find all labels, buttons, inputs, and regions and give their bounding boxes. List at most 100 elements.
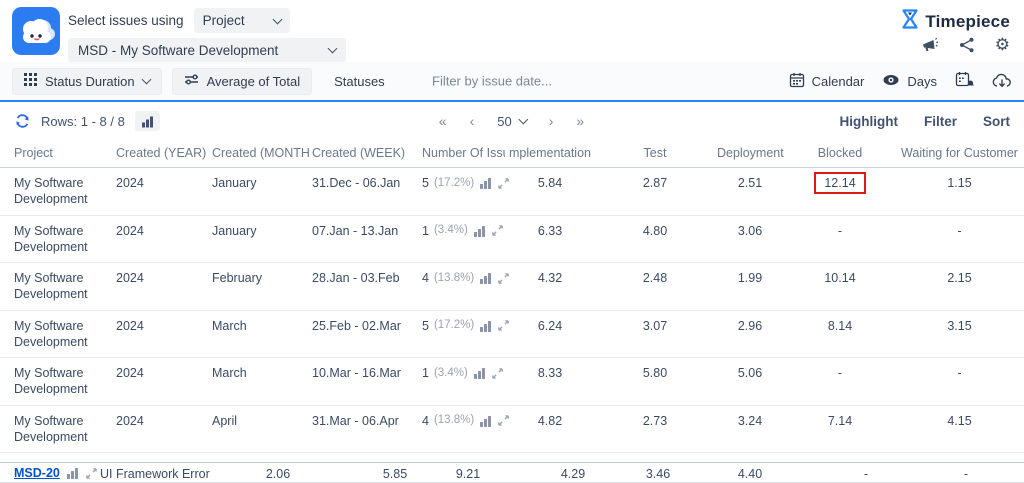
cell-blocked-wrap: 2.96 (715, 310, 785, 358)
table-body: My Software Development 2024 January 31.… (0, 168, 1024, 483)
bar-chart-icon[interactable] (473, 225, 486, 237)
cell-project: My Software Development (0, 215, 114, 263)
expand-icon[interactable] (497, 414, 510, 427)
days-toggle-button[interactable]: Days (882, 73, 937, 90)
next-page-button[interactable]: › (549, 113, 555, 129)
first-page-button[interactable]: « (439, 113, 448, 129)
expand-icon[interactable] (497, 319, 510, 332)
highlight-button[interactable]: Highlight (840, 114, 898, 129)
average-of-total-button[interactable]: Average of Total (172, 68, 312, 95)
cell-number-of-issues: 1 (3.4%) (420, 215, 505, 263)
cell-implementation: 4.32 (505, 263, 595, 311)
col-header-created-month[interactable]: Created (MONTH) (210, 140, 310, 168)
refresh-icon[interactable] (14, 113, 31, 129)
previous-page-button[interactable]: ‹ (470, 113, 476, 129)
cell-created-month: March (210, 310, 310, 358)
table-row: My Software Development 2024 January 31.… (0, 168, 1024, 216)
table-row: My Software Development 2024 March 25.Fe… (0, 310, 1024, 358)
issue-status-duration-value: 5.85 (355, 467, 435, 481)
last-page-button[interactable]: » (576, 113, 585, 129)
cell-waiting-for-customer: 3.15 (895, 310, 1024, 358)
filter-button[interactable]: Filter (924, 114, 957, 129)
col-header-implementation[interactable]: mplementation (505, 140, 595, 168)
value: 7.14 (828, 414, 852, 428)
cell-created-week: 07.Jan - 13.Jan (310, 215, 420, 263)
col-header-created-week[interactable]: Created (WEEK) (310, 140, 420, 168)
col-header-test[interactable]: Test (595, 140, 715, 168)
issue-status-duration-value: 2.06 (238, 467, 318, 481)
col-header-deployment[interactable]: Deployment (715, 140, 785, 168)
bar-chart-icon[interactable] (479, 320, 492, 332)
rows-count-label: Rows: 1 - 8 / 8 (41, 114, 125, 129)
announcement-megaphone-icon[interactable] (921, 37, 939, 53)
cell-blocked-wrap: 2.51 (715, 168, 785, 216)
calendar-label: Calendar (812, 74, 865, 89)
issue-status-duration-value: 4.40 (710, 467, 790, 481)
sort-button[interactable]: Sort (983, 114, 1010, 129)
cell-test: 2.87 (595, 168, 715, 216)
page-size-value: 50 (497, 114, 511, 129)
filter-by-issue-date-input[interactable]: Filter by issue date... (432, 74, 592, 89)
expand-icon[interactable] (85, 467, 98, 480)
issue-key-link[interactable]: MSD-20 (14, 466, 60, 480)
col-header-created-year[interactable]: Created (YEAR) (114, 140, 210, 168)
grid-icon (24, 73, 37, 89)
col-header-waiting-for-customer[interactable]: Waiting for Customer (895, 140, 1024, 168)
cell-created-year: 2024 (114, 263, 210, 311)
cell-blocked: - (785, 215, 895, 263)
expand-icon[interactable] (497, 177, 510, 190)
cell-blocked-wrap: 5.06 (715, 358, 785, 406)
cell-created-year: 2024 (114, 405, 210, 453)
calendar-view-button[interactable]: Calendar (789, 72, 865, 91)
value: 2.51 (738, 176, 762, 190)
cell-created-year: 2024 (114, 358, 210, 406)
bar-chart-icon[interactable] (473, 367, 486, 379)
col-header-number-of-issues[interactable]: Number Of Issues (420, 140, 505, 168)
col-header-blocked[interactable]: Blocked (785, 140, 895, 168)
share-icon[interactable] (959, 37, 975, 53)
value: 3.06 (738, 224, 762, 238)
statuses-label: Statuses (334, 74, 385, 89)
expand-icon[interactable] (491, 367, 504, 380)
status-duration-button[interactable]: Status Duration (12, 68, 162, 95)
settings-gear-icon[interactable]: ⚙ (995, 36, 1010, 53)
bar-chart-icon[interactable] (479, 177, 492, 189)
cell-implementation: 5.84 (505, 168, 595, 216)
expand-icon[interactable] (491, 224, 504, 237)
expanded-issue-row: MSD-20 UI Framework Error 2.065.859.214.… (0, 462, 1024, 483)
app-header: Select issues using Project MSD - My Sof… (0, 0, 1024, 62)
cell-implementation: 8.33 (505, 358, 595, 406)
page-size-select[interactable]: 50 (497, 114, 526, 129)
issue-source-dropdown[interactable]: Project (194, 8, 290, 33)
cell-project: My Software Development (0, 358, 114, 406)
eye-icon (882, 73, 900, 90)
cell-waiting-for-customer: - (895, 215, 1024, 263)
cell-number-of-issues: 1 (3.4%) (420, 358, 505, 406)
app-logo-cloud-icon (12, 7, 60, 55)
cell-number-of-issues: 5 (17.2%) (420, 168, 505, 216)
cell-implementation: 6.33 (505, 215, 595, 263)
cell-test: 4.80 (595, 215, 715, 263)
value: - (838, 224, 842, 238)
bar-chart-icon[interactable] (479, 415, 492, 427)
average-of-total-label: Average of Total (207, 74, 300, 89)
calendar-bell-icon (955, 71, 974, 91)
cell-project: My Software Development (0, 168, 114, 216)
export-cloud-download-icon[interactable] (992, 73, 1012, 89)
scheduled-report-button[interactable] (955, 71, 974, 91)
expand-icon[interactable] (497, 272, 510, 285)
col-header-project[interactable]: Project (0, 140, 114, 168)
table-row: My Software Development 2024 February 28… (0, 263, 1024, 311)
cell-blocked: 10.14 (785, 263, 895, 311)
cell-waiting-for-customer: 1.15 (895, 168, 1024, 216)
issue-status-duration-value: 9.21 (428, 467, 508, 481)
cell-project: My Software Development (0, 310, 114, 358)
project-dropdown[interactable]: MSD - My Software Development (68, 38, 346, 62)
statuses-button[interactable]: Statuses (322, 68, 397, 95)
timepiece-brand: Timepiece (900, 8, 1010, 35)
bar-chart-icon[interactable] (479, 272, 492, 284)
value: 10.14 (824, 271, 855, 285)
table-row: My Software Development 2024 April 31.Ma… (0, 405, 1024, 453)
row-chart-button[interactable] (135, 111, 160, 131)
bar-chart-icon[interactable] (66, 467, 79, 479)
